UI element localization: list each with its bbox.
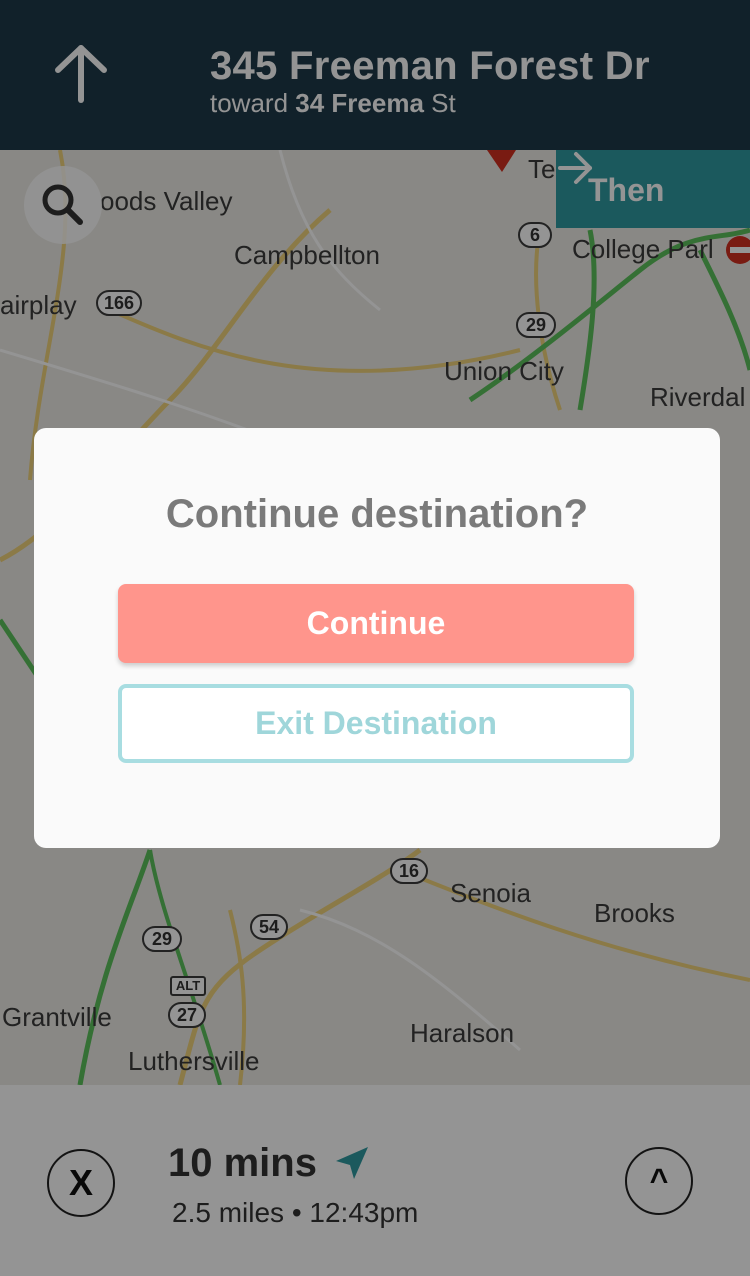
continue-button[interactable]: Continue <box>118 584 634 663</box>
continue-destination-dialog: Continue destination? Continue Exit Dest… <box>34 428 720 848</box>
dialog-title: Continue destination? <box>165 492 589 536</box>
exit-destination-button[interactable]: Exit Destination <box>118 684 634 763</box>
